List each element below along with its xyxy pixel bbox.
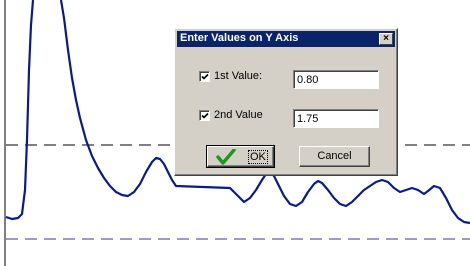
- green-checkmark-icon: [216, 149, 236, 165]
- dialog-title-bar[interactable]: Enter Values on Y Axis ×: [177, 31, 395, 47]
- ok-button[interactable]: OK: [206, 145, 275, 168]
- cancel-button[interactable]: Cancel: [299, 146, 370, 167]
- checkmark-icon: [201, 112, 209, 119]
- second-value-field[interactable]: [293, 109, 379, 128]
- close-icon: ×: [383, 33, 389, 44]
- second-value-checkbox[interactable]: [199, 110, 210, 121]
- first-value-label: 1st Value:: [214, 70, 263, 82]
- close-button[interactable]: ×: [379, 33, 393, 45]
- first-value-field[interactable]: [293, 70, 379, 89]
- second-value-label: 2nd Value: [214, 109, 263, 121]
- checkmark-icon: [201, 73, 209, 80]
- first-value-checkbox[interactable]: [199, 71, 210, 82]
- dialog-title: Enter Values on Y Axis: [180, 32, 299, 44]
- cancel-button-label: Cancel: [317, 150, 352, 162]
- ok-button-label: OK: [248, 150, 268, 164]
- enter-values-dialog: Enter Values on Y Axis × 1st Value: 2nd …: [174, 28, 398, 176]
